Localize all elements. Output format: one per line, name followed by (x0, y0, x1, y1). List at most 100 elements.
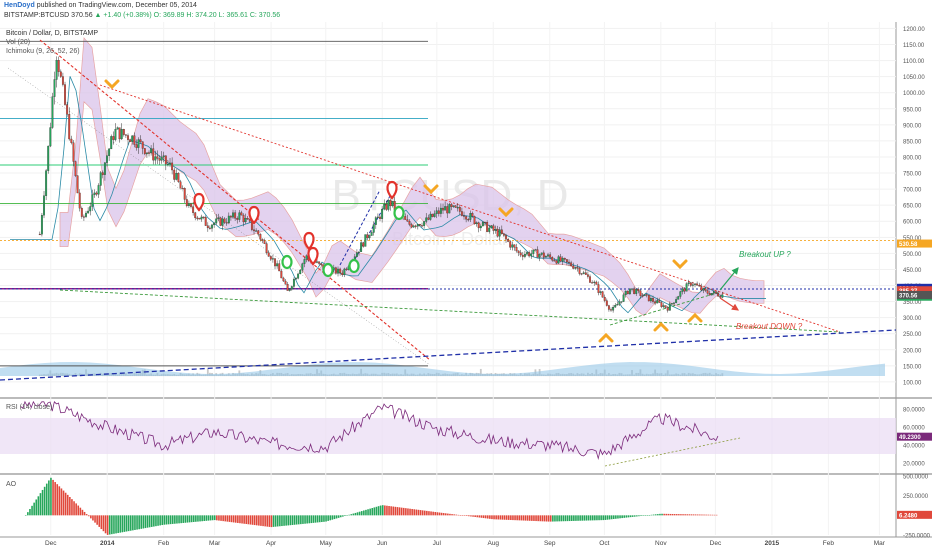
candle-body (374, 217, 377, 225)
ao-bar (174, 515, 176, 524)
candle-body (295, 278, 297, 280)
candle-body (460, 211, 463, 216)
ao-bar (188, 515, 191, 523)
ao-bar (680, 514, 682, 516)
candle-body (582, 272, 585, 274)
candle-body (135, 144, 138, 148)
ao-bar (371, 508, 374, 516)
ao-bar (497, 515, 500, 520)
candle-body (668, 303, 671, 311)
ao-bar (554, 515, 556, 522)
ao-bar (148, 515, 151, 528)
candle-body (429, 213, 432, 220)
ao-bar (430, 511, 432, 516)
ao-bar (39, 493, 42, 516)
ao-bar (696, 514, 699, 516)
candle-body (219, 217, 222, 226)
ao-bar (228, 515, 231, 522)
candle-body (55, 60, 58, 80)
breakout-down-label: Breakout DOWN ? (736, 322, 803, 331)
candle-body (618, 301, 621, 305)
ao-bar (207, 515, 210, 521)
ao-bar (69, 497, 71, 516)
candle-body (507, 239, 510, 242)
ao-bar (558, 515, 560, 522)
price-tick-label: 900.00 (903, 123, 922, 129)
ao-bar (669, 513, 672, 516)
ao-bar (262, 515, 264, 527)
candle-body (614, 305, 617, 308)
candle-body (290, 286, 293, 290)
ao-tick-label: 500.0000 (903, 475, 929, 481)
ao-bar (161, 515, 164, 526)
price-tick-label: 1200.00 (903, 27, 925, 33)
ao-bar (600, 515, 602, 521)
candle-body (444, 206, 447, 211)
ao-bar (56, 484, 59, 516)
ao-bar (560, 515, 563, 522)
ao-bar (377, 506, 380, 516)
ao-bar (421, 510, 424, 516)
candle-body (114, 129, 117, 140)
candle-body (406, 219, 409, 222)
price-tick-label: 150.00 (903, 364, 922, 370)
ao-bar (474, 515, 476, 517)
candle-body (255, 230, 258, 232)
candle-body (515, 247, 518, 252)
ao-bar (121, 515, 124, 533)
circle-marker (348, 258, 360, 274)
ao-bar (346, 515, 348, 516)
pin-marker (303, 231, 315, 251)
candle-body (586, 274, 589, 277)
price-tick-label: 500.00 (903, 252, 922, 258)
ao-bar (568, 515, 571, 522)
ao-bar (339, 515, 342, 518)
candle-body (110, 136, 113, 150)
candle-body (372, 224, 375, 233)
ao-bar (129, 515, 132, 531)
candle-body (162, 155, 165, 158)
time-tick-label: Oct (599, 540, 609, 547)
candle-body (511, 244, 514, 248)
candle-body (490, 225, 493, 229)
ao-bar (583, 515, 586, 521)
candle-body (597, 284, 600, 293)
candle-body (74, 161, 77, 176)
candle-body (217, 217, 220, 219)
ao-bar (226, 515, 229, 522)
candle-body (47, 145, 50, 171)
ao-bar (125, 515, 128, 532)
ao-bar (503, 515, 506, 520)
candle-body (572, 265, 575, 269)
ao-bar (459, 515, 462, 516)
ao-bar (354, 512, 357, 516)
candle-body (381, 208, 384, 219)
candle-body (288, 289, 291, 291)
candle-body (345, 268, 348, 270)
ao-bar (384, 505, 386, 516)
ao-bar (195, 515, 197, 522)
ao-bar (111, 515, 113, 535)
candle-body (408, 221, 411, 225)
chart-canvas[interactable]: BTCUSD, D Bitcoin / Dollar Breakout UP ?… (0, 0, 932, 550)
ao-bar (190, 515, 193, 523)
candle-body (339, 268, 342, 274)
ao-bar (535, 515, 537, 522)
price-tick-label: 750.00 (903, 172, 922, 178)
ao-bar (239, 515, 241, 524)
candle-body (488, 227, 491, 232)
candle-body (704, 288, 707, 291)
ao-bar (447, 513, 449, 516)
candle-body (49, 127, 52, 147)
candle-body (263, 240, 266, 244)
ao-bar (419, 510, 422, 516)
ao-bar (661, 513, 663, 516)
ao-bar (363, 510, 365, 516)
candle-body (624, 290, 627, 296)
ao-bar (627, 515, 630, 518)
ao-bar (703, 514, 705, 516)
candle-body (528, 252, 531, 257)
candle-body (696, 283, 699, 286)
ao-bar (636, 515, 638, 517)
ao-bar (304, 515, 306, 524)
